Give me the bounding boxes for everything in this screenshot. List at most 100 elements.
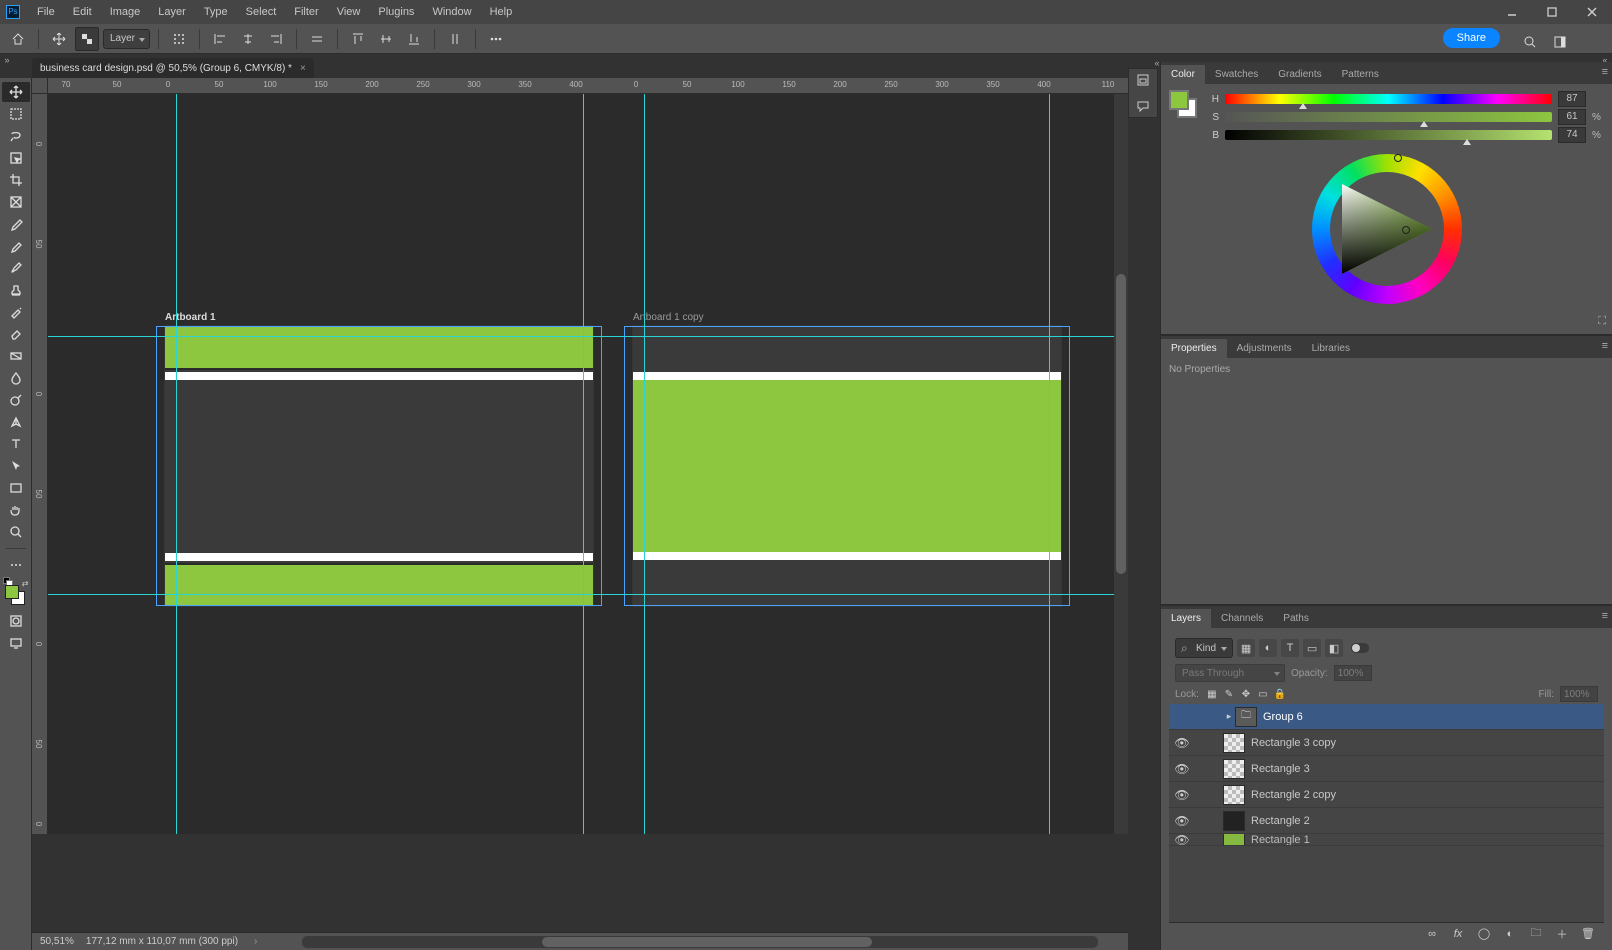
frame-tool[interactable] (2, 192, 30, 212)
rectangle-white-bot[interactable] (165, 553, 593, 561)
layer-name[interactable]: Rectangle 2 copy (1251, 789, 1336, 801)
quickmask-tool[interactable] (2, 611, 30, 631)
edit-toolbar-icon[interactable] (2, 555, 30, 575)
document-tab[interactable]: business card design.psd @ 50,5% (Group … (32, 58, 314, 78)
move-tool-icon[interactable] (47, 27, 71, 51)
tab-channels[interactable]: Channels (1211, 609, 1273, 628)
expand-left-gutter-icon[interactable]: » (2, 55, 12, 65)
layer-row-rect1[interactable]: 👁 Rectangle 1 (1169, 834, 1604, 846)
filter-smart-icon[interactable]: ◧ (1325, 639, 1343, 657)
new-layer-icon[interactable]: ＋ (1554, 926, 1570, 942)
lock-all-icon[interactable]: 🔒 (1273, 687, 1287, 701)
type-tool[interactable] (2, 434, 30, 454)
bri-value-input[interactable]: 74 (1558, 127, 1586, 143)
sat-value-input[interactable]: 61 (1558, 109, 1586, 125)
layer-name[interactable]: Rectangle 3 copy (1251, 737, 1336, 749)
hand-tool[interactable] (2, 500, 30, 520)
tab-gradients[interactable]: Gradients (1268, 65, 1331, 84)
canvas-vertical-scrollbar[interactable] (1114, 94, 1128, 834)
fg-bg-color-swatches[interactable]: ⇄ (5, 581, 27, 603)
tab-color[interactable]: Color (1161, 65, 1205, 84)
panel-menu-icon[interactable]: ≡ (1602, 610, 1608, 622)
color-fg-swatch[interactable] (1169, 90, 1189, 110)
opacity-input[interactable]: 100% (1334, 665, 1372, 681)
swap-colors-icon[interactable]: ⇄ (22, 579, 29, 588)
hue-value-input[interactable]: 87 (1558, 91, 1586, 107)
history-brush-tool[interactable] (2, 302, 30, 322)
window-minimize-button[interactable] (1492, 0, 1532, 24)
color-panel-expand-icon[interactable]: ⛶ (1598, 315, 1606, 328)
hue-slider[interactable] (1225, 94, 1552, 104)
panel-menu-icon[interactable]: ≡ (1602, 66, 1608, 78)
vertical-ruler[interactable]: 0 50 0 50 0 50 0 (32, 94, 48, 834)
zoom-tool[interactable] (2, 522, 30, 542)
document-info[interactable]: 177,12 mm x 110,07 mm (300 ppi) (86, 936, 238, 947)
menu-layer[interactable]: Layer (149, 2, 195, 22)
filter-pixel-icon[interactable]: ▦ (1237, 639, 1255, 657)
fill-input[interactable]: 100% (1560, 686, 1598, 702)
layer-row-rect2copy[interactable]: 👁 Rectangle 2 copy (1169, 782, 1604, 808)
color-fg-bg-swatches[interactable] (1169, 90, 1199, 120)
rectangle-white-top[interactable] (165, 372, 593, 380)
gradient-tool[interactable] (2, 346, 30, 366)
brush-tool[interactable] (2, 258, 30, 278)
lock-nesting-icon[interactable]: ▭ (1256, 687, 1270, 701)
window-maximize-button[interactable] (1532, 0, 1572, 24)
align-bottom-icon[interactable] (402, 27, 426, 51)
menu-select[interactable]: Select (237, 2, 286, 22)
sat-slider[interactable] (1225, 112, 1552, 122)
menu-file[interactable]: File (28, 2, 64, 22)
canvas-horizontal-scrollbar[interactable] (302, 936, 1098, 948)
path-select-tool[interactable] (2, 456, 30, 476)
new-group-icon[interactable]: 🗀 (1528, 924, 1544, 943)
layer-row-rect2[interactable]: 👁 Rectangle 2 (1169, 808, 1604, 834)
close-tab-icon[interactable]: × (300, 63, 306, 74)
rectangle-white-bot[interactable] (633, 552, 1061, 560)
layer-name[interactable]: Rectangle 2 (1251, 815, 1310, 827)
layer-fx-icon[interactable]: fx (1450, 928, 1466, 940)
horizontal-ruler[interactable]: 70 50 0 50 100 150 200 250 300 350 400 0… (48, 78, 1128, 94)
distribute-v-icon[interactable] (443, 27, 467, 51)
autoselect-target-select[interactable]: Layer (103, 29, 150, 49)
history-panel-icon[interactable] (1134, 71, 1152, 89)
scrollbar-thumb[interactable] (1116, 274, 1126, 574)
menu-view[interactable]: View (328, 2, 370, 22)
align-right-icon[interactable] (264, 27, 288, 51)
disclosure-icon[interactable]: ▸ (1223, 711, 1235, 722)
layer-tree[interactable]: ▸ 🗀 Group 6 👁 Rectangle 3 copy 👁 Rectang… (1169, 704, 1604, 922)
menu-help[interactable]: Help (481, 2, 522, 22)
sv-triangle[interactable] (1342, 184, 1432, 274)
color-wheel[interactable] (1312, 154, 1462, 304)
search-icon[interactable] (1518, 30, 1542, 54)
visibility-toggle[interactable]: 👁 (1169, 834, 1195, 846)
foreground-color-swatch[interactable] (5, 585, 19, 599)
autoselect-toggle[interactable] (75, 27, 99, 51)
ruler-origin[interactable] (32, 78, 48, 94)
menu-plugins[interactable]: Plugins (369, 2, 423, 22)
shape-tool[interactable] (2, 478, 30, 498)
align-top-icon[interactable] (346, 27, 370, 51)
hue-ring-marker[interactable] (1394, 154, 1402, 162)
blend-mode-select[interactable]: Pass Through (1175, 664, 1285, 682)
visibility-toggle[interactable]: 👁 (1169, 762, 1195, 776)
menu-window[interactable]: Window (423, 2, 480, 22)
tab-layers[interactable]: Layers (1161, 609, 1211, 628)
lasso-tool[interactable] (2, 126, 30, 146)
dodge-tool[interactable] (2, 390, 30, 410)
home-button[interactable] (6, 27, 30, 51)
layer-name[interactable]: Rectangle 3 (1251, 763, 1310, 775)
heal-tool[interactable] (2, 236, 30, 256)
layer-filter-kind-select[interactable]: Kind (1175, 638, 1233, 658)
bri-slider[interactable] (1225, 130, 1552, 140)
filter-type-icon[interactable]: T (1281, 639, 1299, 657)
filter-adjust-icon[interactable]: ◐ (1259, 639, 1277, 657)
align-vcenter-icon[interactable] (374, 27, 398, 51)
layer-mask-icon[interactable]: ◯ (1476, 927, 1492, 940)
transform-controls-toggle[interactable] (167, 27, 191, 51)
scrollbar-thumb[interactable] (542, 937, 872, 947)
tab-swatches[interactable]: Swatches (1205, 65, 1268, 84)
layer-row-rect3[interactable]: 👁 Rectangle 3 (1169, 756, 1604, 782)
artboard2-label[interactable]: Artboard 1 copy (633, 312, 704, 323)
lock-pixels-icon[interactable]: ✎ (1222, 687, 1236, 701)
layer-row-group6[interactable]: ▸ 🗀 Group 6 (1169, 704, 1604, 730)
